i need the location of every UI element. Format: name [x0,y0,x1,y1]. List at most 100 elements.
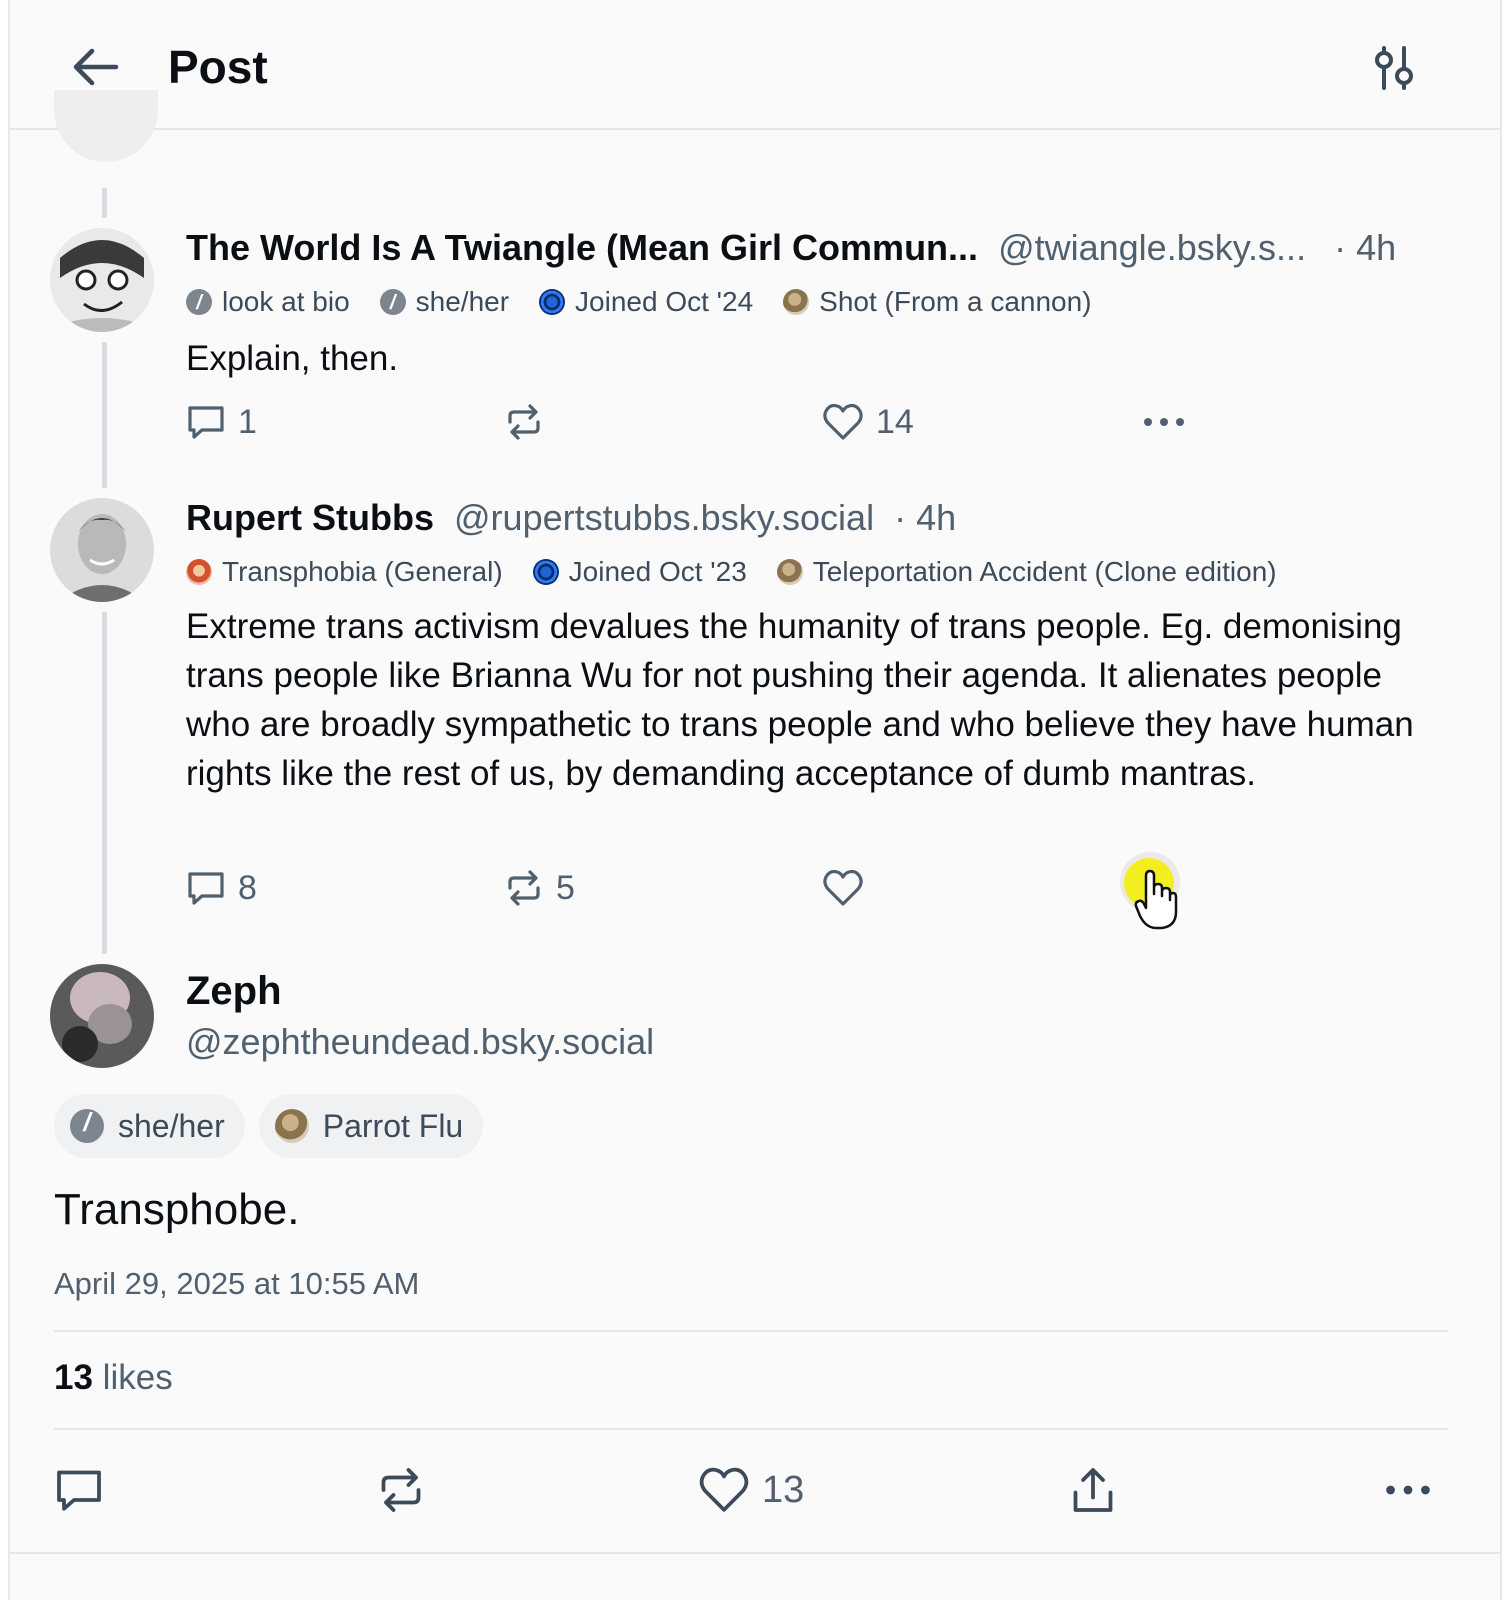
badge[interactable]: Transphobia (General) [186,554,503,590]
repost-button[interactable]: 5 [504,866,575,910]
post-actions: 8 5 [186,866,1186,910]
badge-label: look at bio [222,286,350,317]
badge-label: Parrot Flu [322,1107,464,1144]
badge-label: Teleportation Accident (Clone edition) [812,556,1277,587]
like-button[interactable]: 14 [822,400,914,444]
avatar[interactable] [50,964,154,1068]
top-bar: Post [10,0,1500,130]
post-text: Explain, then. [186,339,399,378]
like-count: 13 [762,1468,805,1511]
badge-pill[interactable]: she/her [54,1094,245,1158]
avatar-image [50,964,154,1068]
avatar-image [50,228,154,332]
main-post-actions: 13 [54,1462,1448,1518]
badge-row: she/her Parrot Flu [54,1094,497,1158]
badge-pill[interactable]: Parrot Flu [258,1094,484,1158]
author-handle[interactable]: @twiangle.bsky.s... [998,227,1306,268]
heart-icon [699,1467,749,1512]
reply-button[interactable]: 1 [186,400,257,444]
like-button[interactable] [822,866,876,910]
badge[interactable]: Teleportation Accident (Clone edition) [776,554,1277,590]
heart-icon [823,403,863,440]
arrow-left-icon [73,48,119,86]
reply-icon [57,1470,101,1511]
thread-line [102,188,107,218]
more-horizontal-icon [1386,1485,1430,1495]
reply-icon [188,406,224,439]
post-text: Transphobe. [54,1185,300,1234]
badge[interactable]: Shot (From a cannon) [783,284,1092,320]
post-time[interactable]: · 4h [894,497,956,538]
post-text: Extreme trans activism devalues the huma… [186,607,1414,793]
repost-count: 5 [556,868,575,907]
sliders-icon [1375,46,1413,90]
badge-label: Joined Oct '23 [568,556,747,587]
badge-row: Transphobia (General) Joined Oct '23 Tel… [186,554,1307,590]
more-options-button[interactable] [1384,1462,1444,1518]
like-count: 14 [876,402,914,441]
badge[interactable]: she/her [379,284,510,321]
avatar-image [50,498,154,602]
likes-summary[interactable]: 13 likes [54,1356,173,1400]
badge[interactable]: look at bio [186,284,350,321]
reply-count: 8 [238,868,257,907]
likes-count: 13 [54,1358,93,1397]
thread-line [102,612,107,954]
badge-image-icon [274,1109,309,1143]
reply-icon [188,872,224,905]
more-options-button[interactable] [1142,400,1198,444]
badge-image-icon [783,289,810,315]
badge-image-icon [186,559,212,585]
reply-button[interactable] [54,1462,116,1518]
heart-icon [823,869,863,906]
badge-row: look at bio she/her Joined Oct '24 Shot … [186,284,1122,321]
author-handle[interactable]: @rupertstubbs.bsky.social [454,497,874,538]
page-title: Post [168,41,268,93]
post-header: The World Is A Twiangle (Mean Girl Commu… [186,226,1396,270]
repost-button[interactable] [504,400,556,444]
back-button[interactable] [68,40,122,94]
info-icon [379,285,406,321]
badge-label: Transphobia (General) [222,556,503,587]
thread-settings-button[interactable] [1370,44,1418,92]
badge-image-icon [776,559,803,585]
post-actions: 1 14 [186,400,1186,444]
divider [54,1428,1448,1430]
author-name[interactable]: Zeph [186,966,282,1016]
author-name[interactable]: Rupert Stubbs [186,497,434,538]
repost-icon [508,404,540,440]
divider [54,1330,1448,1332]
repost-button[interactable] [376,1462,438,1518]
like-button[interactable]: 13 [698,1462,804,1518]
reply-button[interactable]: 8 [186,866,257,910]
badge-label: Joined Oct '24 [575,286,754,317]
avatar[interactable] [50,228,154,332]
reply-count: 1 [238,402,257,441]
author-handle[interactable]: @zephtheundead.bsky.social [186,1020,654,1064]
parent-avatar-partial[interactable] [54,90,158,162]
repost-icon [381,1468,421,1512]
more-horizontal-icon [1144,418,1184,426]
hand-cursor-icon [1134,869,1178,930]
globe-icon [532,559,559,585]
globe-icon [539,289,566,315]
avatar[interactable] [50,498,154,602]
repost-icon [508,870,540,906]
app-frame: Post The World Is A Twiangle (Mean Girl … [8,0,1502,1600]
badge-label: she/her [118,1107,225,1144]
badge-label: Shot (From a cannon) [819,286,1092,317]
post-time[interactable]: · 4h [1334,227,1396,268]
divider [10,1552,1500,1554]
info-icon [70,1107,104,1143]
badge[interactable]: Joined Oct '23 [532,554,747,590]
author-name[interactable]: The World Is A Twiangle (Mean Girl Commu… [186,227,978,268]
info-icon [186,285,212,321]
likes-label: likes [102,1358,173,1397]
post-timestamp: April 29, 2025 at 10:55 AM [54,1266,420,1301]
share-button[interactable] [1068,1462,1130,1518]
share-icon [1073,1468,1113,1512]
badge[interactable]: Joined Oct '24 [539,284,753,320]
thread-line [102,342,107,488]
post-header: Rupert Stubbs @rupertstubbs.bsky.social … [186,496,956,540]
badge-label: she/her [415,286,510,317]
